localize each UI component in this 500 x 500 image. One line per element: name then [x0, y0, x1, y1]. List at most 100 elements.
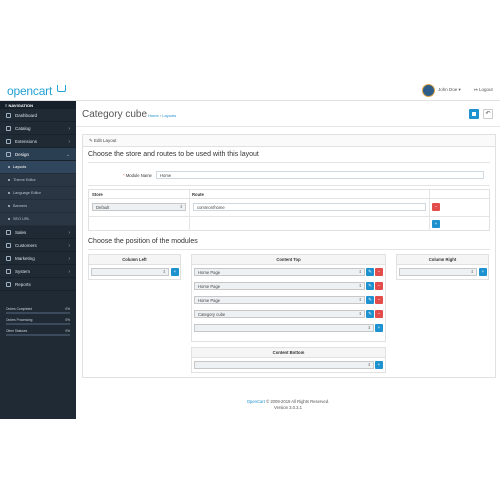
remove-module-button[interactable]: − — [375, 282, 383, 290]
logout-link[interactable]: ↦ Logout — [474, 87, 493, 93]
remove-route-button[interactable]: − — [432, 203, 440, 211]
chart-icon — [6, 281, 11, 287]
chevron-down-icon: ⌄ — [65, 152, 70, 158]
footer-version: Version 3.0.3.1 — [274, 405, 302, 410]
gear-icon — [6, 268, 11, 274]
divider — [88, 162, 490, 163]
chevron-right-icon: › — [68, 230, 70, 236]
progress-bar — [6, 312, 70, 314]
add-module-button[interactable]: + — [479, 268, 487, 276]
chevron-right-icon: › — [68, 126, 70, 132]
chevron-updown-icon: ⇕ — [367, 325, 371, 330]
back-button[interactable]: ↶ — [483, 109, 493, 119]
module-select-value: Home Page — [198, 284, 221, 289]
footer-brand-link[interactable]: OpenCart — [247, 399, 265, 404]
module-select[interactable]: Home Page ⇕ — [194, 282, 365, 290]
sidebar-item-catalog[interactable]: Catalog › — [0, 122, 76, 135]
user-icon — [6, 242, 11, 248]
sidebar-subitem-language-editor[interactable]: Language Editor — [0, 187, 76, 200]
chevron-updown-icon: ⇕ — [358, 269, 362, 274]
route-input[interactable]: common/home — [193, 203, 426, 211]
edit-module-button[interactable]: ✎ — [366, 310, 374, 318]
sidebar-item-design[interactable]: Design ⌄ — [0, 148, 76, 161]
chevron-right-icon: › — [68, 269, 70, 275]
footer: OpenCart © 2009-2019 All Rights Reserved… — [76, 399, 500, 411]
column-right-box: Column Right ⇕ + — [396, 254, 489, 280]
bullet-icon — [8, 218, 10, 220]
edit-module-button[interactable]: ✎ — [366, 268, 374, 276]
sidebar-subitem-seo-url[interactable]: SEO URL — [0, 213, 76, 226]
stat-orders-completed: Orders Completed 0% — [6, 307, 70, 314]
module-select-empty[interactable]: ⇕ — [194, 324, 374, 332]
content-top-box: Content Top Home Page ⇕ ✎ − Home Page ⇕ ✎ … — [191, 254, 386, 342]
divider — [88, 249, 490, 250]
remove-module-button[interactable]: − — [375, 268, 383, 276]
module-select-value: Home Page — [198, 298, 221, 303]
add-module-button[interactable]: + — [171, 268, 179, 276]
avatar — [422, 83, 435, 97]
sidebar-item-label: Design — [15, 151, 30, 157]
panel-heading: ✎ Edit Layout — [83, 135, 495, 147]
content-bottom-select[interactable]: ⇕ — [194, 361, 374, 369]
cart-logo-icon — [57, 85, 66, 92]
sidebar-subitem-label: Language Editor — [13, 191, 41, 195]
stat-label: Orders Completed — [6, 307, 33, 311]
page-header: Category cube Home › Layouts ↶ — [76, 101, 500, 127]
chevron-updown-icon: ⇕ — [358, 311, 362, 316]
breadcrumb-layouts[interactable]: Layouts — [162, 113, 176, 118]
add-route-button[interactable]: + — [432, 220, 440, 228]
chevron-updown-icon: ⇕ — [367, 362, 371, 367]
opencart-logo[interactable]: opencart — [7, 84, 52, 98]
module-name-label: * Module Name — [123, 173, 152, 178]
column-right-title: Column Right — [397, 255, 488, 265]
sidebar-subitem-label: Layouts — [13, 165, 27, 169]
breadcrumb-home[interactable]: Home — [148, 113, 159, 118]
progress-bar — [6, 323, 70, 325]
dashboard-icon — [6, 112, 11, 118]
module-name-input[interactable]: Home — [156, 171, 484, 179]
module-select[interactable]: Home Page ⇕ — [194, 268, 365, 276]
sidebar-item-label: Customers — [15, 242, 37, 248]
sidebar: ≡ NAVIGATION Dashboard Catalog › Extensi… — [0, 101, 76, 419]
save-button[interactable] — [469, 109, 479, 119]
sidebar-subitem-layouts[interactable]: Layouts — [0, 161, 76, 174]
sidebar-subitem-banners[interactable]: Banners — [0, 200, 76, 213]
bullet-icon — [8, 192, 10, 194]
column-left-title: Column Left — [89, 255, 180, 265]
edit-module-button[interactable]: ✎ — [366, 296, 374, 304]
add-module-button[interactable]: + — [375, 361, 383, 369]
sidebar-subitem-theme-editor[interactable]: Theme Editor — [0, 174, 76, 187]
footer-copyright: © 2009-2019 All Rights Reserved. — [264, 399, 330, 404]
column-left-select[interactable]: ⇕ — [91, 268, 169, 276]
table-col-divider — [189, 190, 190, 230]
module-select[interactable]: Category cube ⇕ — [194, 310, 365, 318]
module-select[interactable]: Home Page ⇕ — [194, 296, 365, 304]
module-select-value: Category cube — [198, 312, 226, 317]
chevron-right-icon: › — [68, 256, 70, 262]
cart-icon — [6, 229, 11, 235]
stat-other-statuses: Other Statuses 0% — [6, 329, 70, 336]
user-menu[interactable]: John Doe ▾ — [422, 83, 461, 97]
user-name: John Doe ▾ — [438, 87, 461, 92]
store-select[interactable]: Default ⇕ — [92, 203, 186, 211]
sidebar-subitem-label: Banners — [13, 204, 28, 208]
column-right-select[interactable]: ⇕ — [399, 268, 477, 276]
nav-title: ≡ NAVIGATION — [0, 101, 76, 109]
top-header: opencart John Doe ▾ ↦ Logout — [0, 79, 500, 101]
chevron-updown-icon: ⇕ — [358, 283, 362, 288]
add-module-button[interactable]: + — [375, 324, 383, 332]
sidebar-item-reports[interactable]: Reports — [0, 278, 76, 291]
order-stats: Orders Completed 0% Orders Processing 0% O… — [0, 307, 76, 336]
edit-module-button[interactable]: ✎ — [366, 282, 374, 290]
sidebar-item-extensions[interactable]: Extensions › — [0, 135, 76, 148]
sidebar-item-dashboard[interactable]: Dashboard — [0, 109, 76, 122]
content-bottom-title: Content Bottom — [192, 348, 385, 358]
sidebar-item-system[interactable]: System › — [0, 265, 76, 278]
remove-module-button[interactable]: − — [375, 296, 383, 304]
chevron-right-icon: › — [68, 139, 70, 145]
remove-module-button[interactable]: − — [375, 310, 383, 318]
chevron-updown-icon: ⇕ — [162, 269, 166, 274]
sidebar-item-customers[interactable]: Customers › — [0, 239, 76, 252]
sidebar-item-sales[interactable]: Sales › — [0, 226, 76, 239]
sidebar-item-marketing[interactable]: Marketing › — [0, 252, 76, 265]
